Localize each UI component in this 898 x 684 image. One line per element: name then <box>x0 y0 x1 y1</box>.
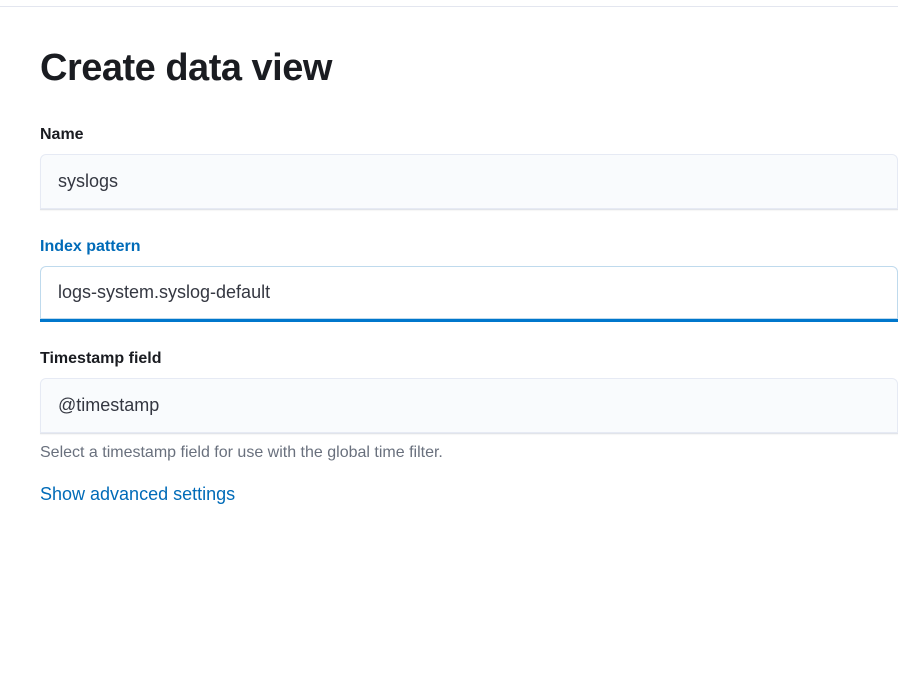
form-container: Create data view Name Index pattern Time… <box>0 7 898 505</box>
timestamp-label: Timestamp field <box>40 350 898 368</box>
index-pattern-input[interactable] <box>40 266 898 322</box>
index-pattern-label: Index pattern <box>40 238 898 256</box>
timestamp-select[interactable]: @timestamp <box>40 378 898 434</box>
index-pattern-row: Index pattern <box>40 238 898 322</box>
name-row: Name <box>40 126 898 210</box>
timestamp-selected-value: @timestamp <box>58 395 159 416</box>
page-title: Create data view <box>40 47 898 90</box>
timestamp-row: Timestamp field @timestamp Select a time… <box>40 350 898 462</box>
show-advanced-settings-link[interactable]: Show advanced settings <box>40 484 235 505</box>
timestamp-help-text: Select a timestamp field for use with th… <box>40 444 898 462</box>
name-label: Name <box>40 126 898 144</box>
name-input[interactable] <box>40 154 898 210</box>
